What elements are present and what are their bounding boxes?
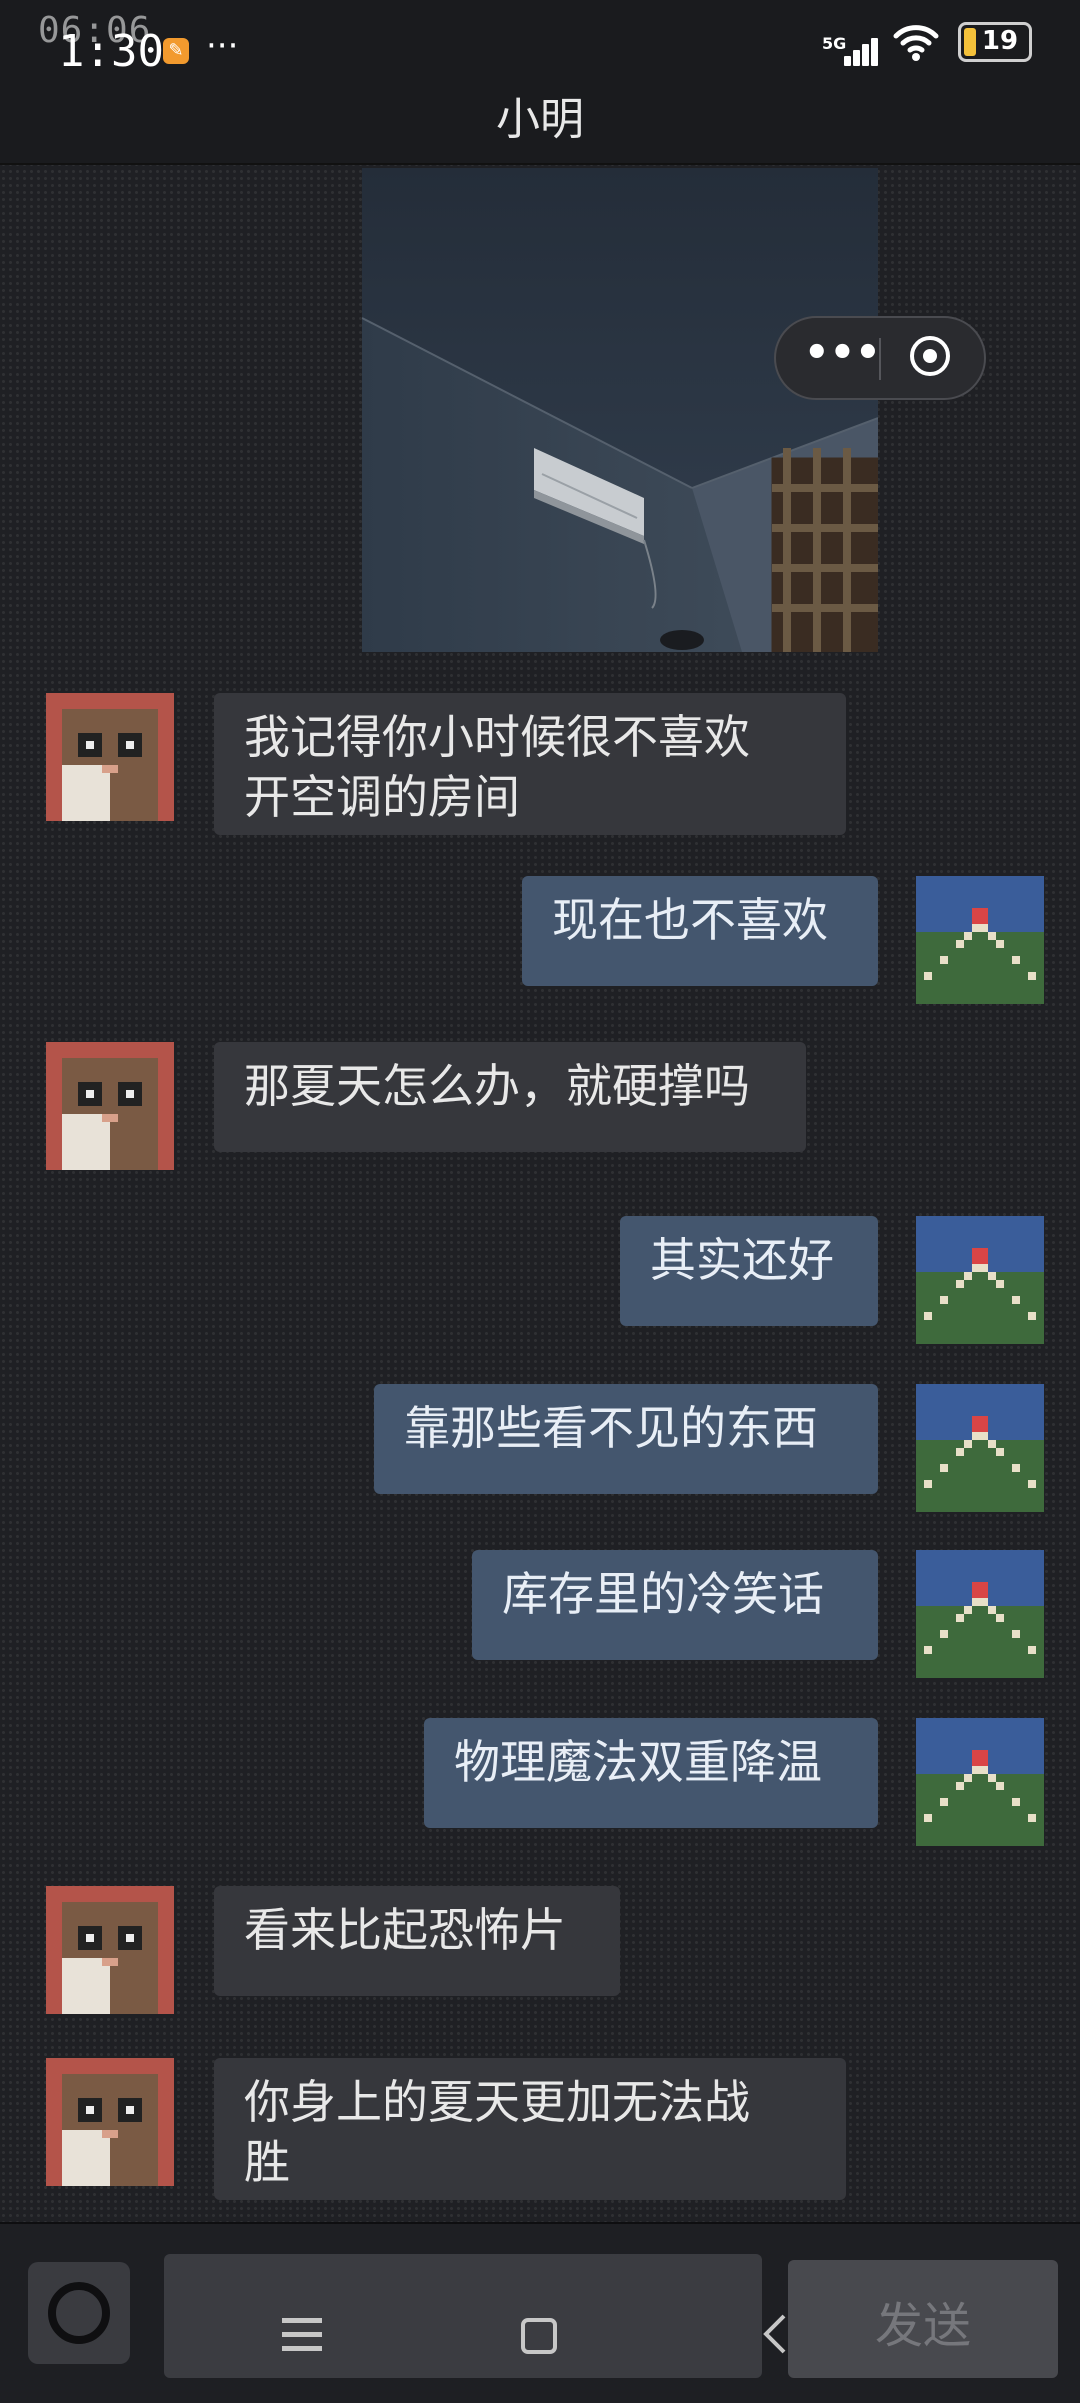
more-notifications-icon: ··· (206, 26, 239, 66)
my-avatar[interactable] (916, 1216, 1044, 1344)
message-input[interactable] (164, 2254, 762, 2378)
mini-program-capsule: ••• (774, 316, 986, 400)
message-bubble[interactable]: 现在也不喜欢 (522, 876, 878, 986)
status-time: 1:30 (58, 26, 164, 77)
room-photo-drawing (362, 168, 878, 652)
send-label: 发送 (874, 2298, 971, 2354)
friend-avatar[interactable] (46, 2058, 174, 2186)
home-icon[interactable] (521, 2318, 557, 2354)
notification-icon: ✎ (163, 38, 189, 64)
wifi-icon (893, 25, 939, 61)
message-bubble[interactable]: 库存里的冷笑话 (472, 1550, 878, 1660)
my-avatar[interactable] (916, 1384, 1044, 1512)
camera-icon (48, 2282, 110, 2344)
message-text-line: 我记得你小时候很不喜欢 (244, 710, 750, 764)
status-bar: 06:06 1:30 ✎ ··· 5G 19 (0, 0, 1080, 95)
message-bubble[interactable]: 其实还好 (620, 1216, 878, 1326)
message-text: 现在也不喜欢 (552, 893, 828, 947)
battery-icon: 19 (958, 18, 1038, 66)
message-bubble[interactable]: 那夏天怎么办，就硬撑吗 (214, 1042, 806, 1152)
camera-button[interactable] (28, 2262, 130, 2364)
target-icon[interactable] (910, 336, 950, 376)
my-avatar[interactable] (916, 876, 1044, 1004)
chat-header: 小明 (0, 94, 1080, 165)
my-avatar[interactable] (916, 1718, 1044, 1846)
message-text: 物理魔法双重降温 (454, 1735, 822, 1789)
message-bubble[interactable]: 你身上的夏天更加无法战 胜 (214, 2058, 846, 2200)
capsule-divider (879, 338, 881, 380)
message-bubble[interactable]: 我记得你小时候很不喜欢 开空调的房间 (214, 693, 846, 835)
more-icon[interactable]: ••• (804, 330, 881, 376)
message-text-line: 你身上的夏天更加无法战 (244, 2075, 750, 2129)
message-text: 库存里的冷笑话 (502, 1567, 824, 1621)
signal-icon (840, 34, 880, 66)
message-text-line: 开空调的房间 (244, 770, 520, 824)
friend-avatar[interactable] (46, 693, 174, 821)
message-text: 其实还好 (650, 1233, 834, 1287)
menu-icon[interactable] (282, 2318, 326, 2352)
back-icon[interactable] (760, 2312, 790, 2356)
battery-level: 19 (981, 26, 1019, 56)
message-bubble[interactable]: 物理魔法双重降温 (424, 1718, 878, 1828)
my-avatar[interactable] (916, 1550, 1044, 1678)
room-photo[interactable] (362, 168, 878, 652)
friend-avatar[interactable] (46, 1886, 174, 2014)
friend-avatar[interactable] (46, 1042, 174, 1170)
message-bubble[interactable]: 靠那些看不见的东西 (374, 1384, 878, 1494)
message-text: 靠那些看不见的东西 (404, 1401, 818, 1455)
message-text: 看来比起恐怖片 (244, 1903, 566, 1957)
message-text: 那夏天怎么办，就硬撑吗 (244, 1059, 750, 1113)
send-button[interactable]: 发送 (788, 2260, 1058, 2378)
chat-title: 小明 (496, 94, 584, 145)
message-text-line: 胜 (244, 2135, 290, 2189)
message-bubble[interactable]: 看来比起恐怖片 (214, 1886, 620, 1996)
